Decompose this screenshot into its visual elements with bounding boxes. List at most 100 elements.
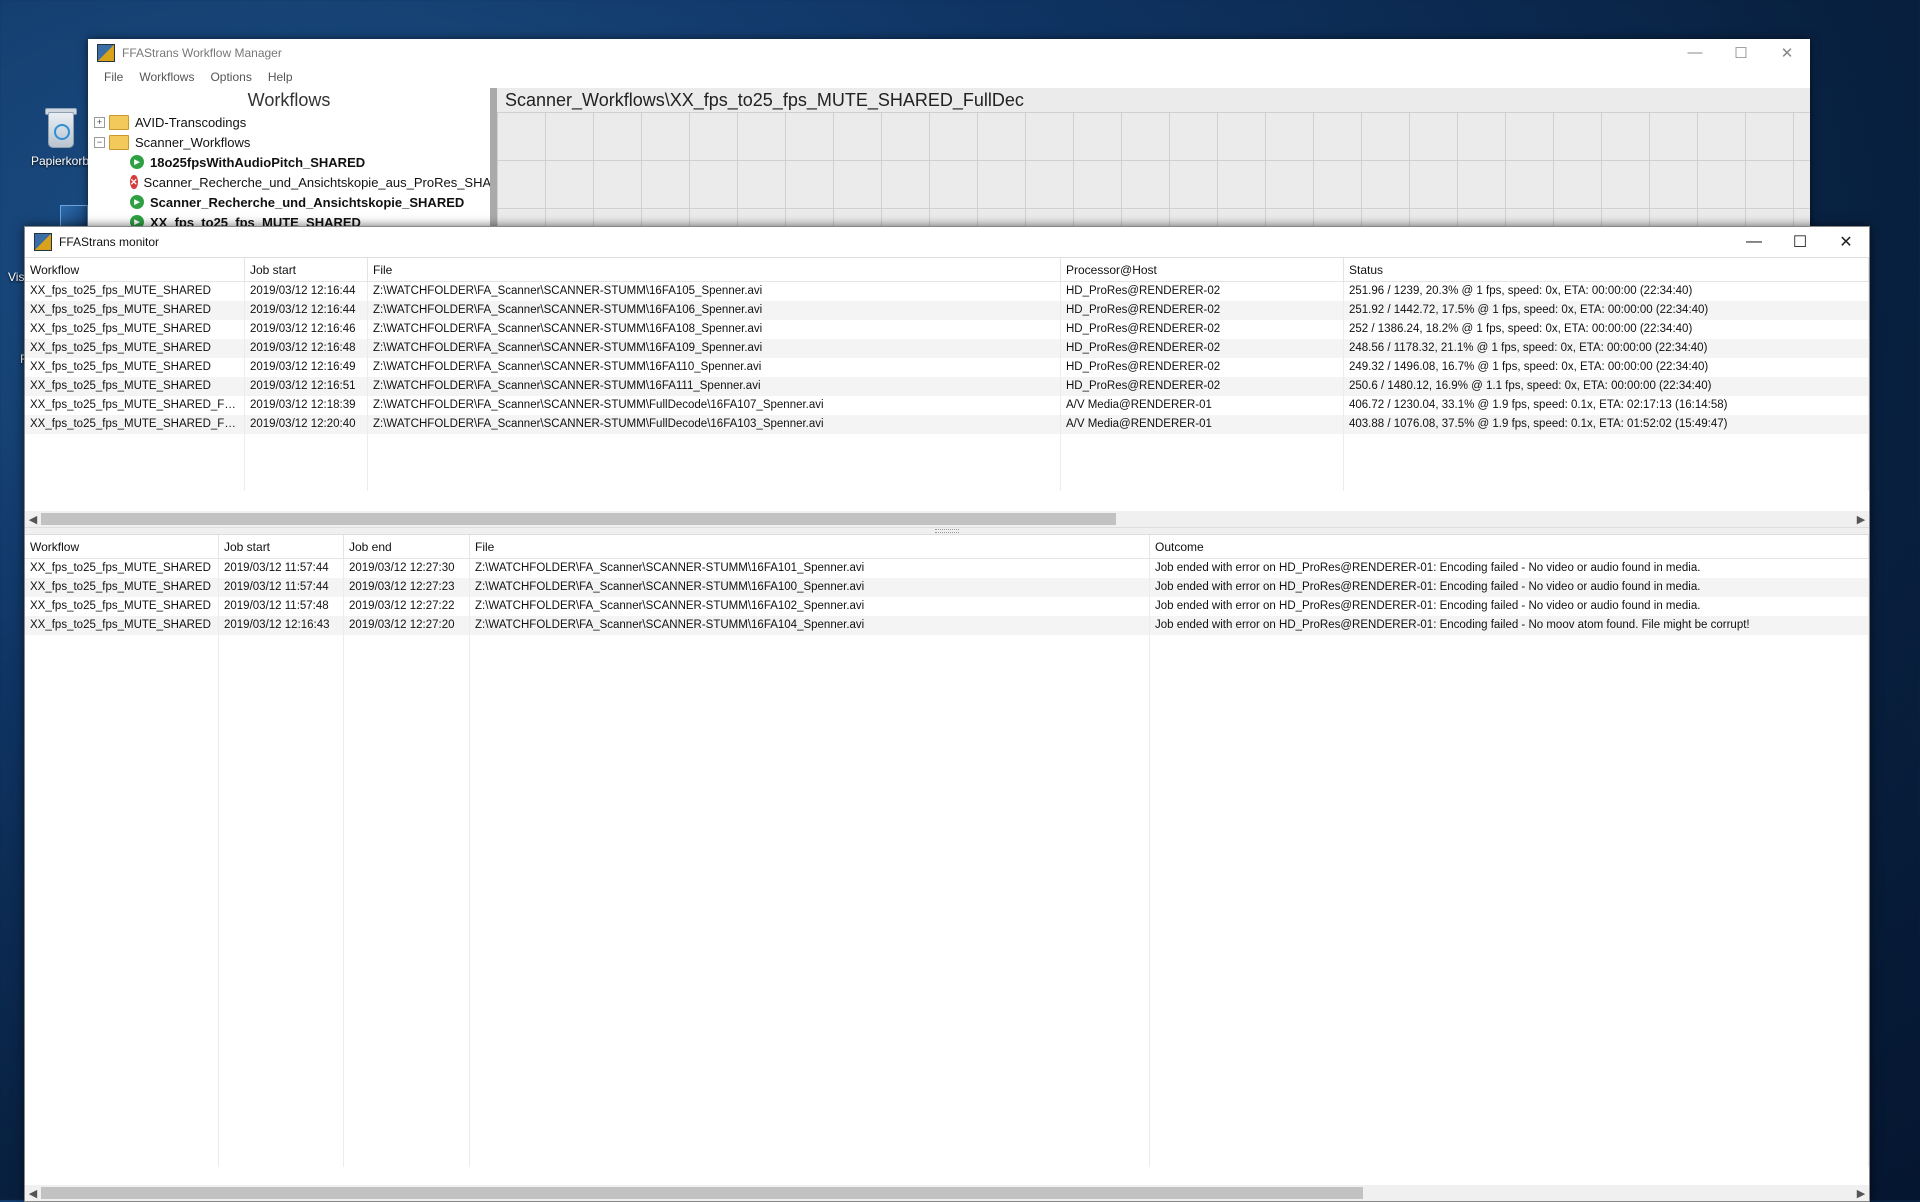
active-jobs-row[interactable]: XX_fps_to25_fps_MUTE_SHARED 2019/03/12 12… [25,377,1869,396]
minimize-icon[interactable]: — [1672,39,1718,66]
active-jobs-cell: 403.88 / 1076.08, 37.5% @ 1.9 fps, speed… [1344,415,1869,434]
active-jobs-cell: 250.6 / 1480.12, 16.9% @ 1.1 fps, speed:… [1344,377,1869,396]
finished-jobs-cell: Z:\WATCHFOLDER\FA_Scanner\SCANNER-STUMM\… [470,578,1150,597]
active-jobs-row[interactable]: XX_fps_to25_fps_MUTE_SHARED 2019/03/12 12… [25,339,1869,358]
active-jobs-cell: Z:\WATCHFOLDER\FA_Scanner\SCANNER-STUMM\… [368,339,1061,358]
active-jobs-row[interactable]: XX_fps_to25_fps_MUTE_SHARED 2019/03/12 12… [25,301,1869,320]
active-jobs-row[interactable]: XX_fps_to25_fps_MUTE_SHARED 2019/03/12 12… [25,282,1869,301]
finished-jobs-empty-row [25,692,1869,711]
active-jobs-cell: Z:\WATCHFOLDER\FA_Scanner\SCANNER-STUMM\… [368,301,1061,320]
active-jobs-table: Workflow Job start File Processor@Host Statu… [25,257,1869,527]
finished-jobs-empty-row [25,1015,1869,1034]
active-jobs-cell: XX_fps_to25_fps_MUTE_SHARED [25,377,245,396]
scroll-right-icon[interactable]: ▶ [1853,1187,1869,1200]
active-jobs-row[interactable]: XX_fps_to25_fps_MUTE_SHARED_FullD... 2019… [25,415,1869,434]
active-jobs-cell: 249.32 / 1496.08, 16.7% @ 1 fps, speed: … [1344,358,1869,377]
tree-workflow-item[interactable]: ✕ Scanner_Recherche_und_Ansichtskopie_aus… [88,172,490,192]
finished-jobs-hscrollbar[interactable]: ◀ ▶ [25,1185,1869,1201]
tree-folder-item[interactable]: + AVID-Transcodings [88,112,490,132]
menu-workflows[interactable]: Workflows [131,70,202,84]
finished-jobs-empty-row [25,977,1869,996]
active-jobs-cell: Z:\WATCHFOLDER\FA_Scanner\SCANNER-STUMM\… [368,377,1061,396]
recycle-bin-desktop-icon[interactable]: Papierkorb [26,104,94,168]
expand-icon[interactable]: + [94,116,105,128]
active-jobs-column-header[interactable]: Job start [245,258,368,281]
finished-jobs-empty-row [25,1091,1869,1110]
finished-jobs-row[interactable]: XX_fps_to25_fps_MUTE_SHARED 2019/03/12 11… [25,578,1869,597]
finished-jobs-empty-row [25,1034,1869,1053]
active-jobs-cell: 2019/03/12 12:18:39 [245,396,368,415]
finished-jobs-cell: 2019/03/12 12:27:22 [344,597,470,616]
active-jobs-cell: 406.72 / 1230.04, 33.1% @ 1.9 fps, speed… [1344,396,1869,415]
workflow-manager-window: FFAStrans Workflow Manager — ☐ ✕ File Wo… [88,39,1810,230]
finished-jobs-empty-row [25,730,1869,749]
finished-jobs-column-header[interactable]: Job end [344,535,470,558]
active-jobs-cell: HD_ProRes@RENDERER-02 [1061,358,1344,377]
active-jobs-empty-row [25,434,1869,453]
maximize-icon[interactable]: ☐ [1777,229,1823,256]
active-jobs-cell: 251.96 / 1239, 20.3% @ 1 fps, speed: 0x,… [1344,282,1869,301]
finished-jobs-table: Workflow Job start Job end File Outcome XX_f… [25,534,1869,1201]
active-jobs-column-header[interactable]: Workflow [25,258,245,281]
active-jobs-cell: 252 / 1386.24, 18.2% @ 1 fps, speed: 0x,… [1344,320,1869,339]
tree-folder-item[interactable]: − Scanner_Workflows [88,132,490,152]
active-jobs-row[interactable]: XX_fps_to25_fps_MUTE_SHARED 2019/03/12 12… [25,358,1869,377]
active-jobs-column-header[interactable]: Status [1344,258,1869,281]
menu-options[interactable]: Options [202,70,259,84]
workflow-canvas[interactable]: Scanner_Workflows\XX_fps_to25_fps_MUTE_S… [497,88,1810,229]
minimize-icon[interactable]: — [1731,229,1777,256]
tree-item-label: Scanner_Recherche_und_Ansichtskopie_aus_… [143,174,490,190]
finished-jobs-empty-row [25,844,1869,863]
active-jobs-row[interactable]: XX_fps_to25_fps_MUTE_SHARED_FullD... 2019… [25,396,1869,415]
close-icon[interactable]: ✕ [1764,39,1810,66]
finished-jobs-cell: 2019/03/12 11:57:44 [219,559,344,578]
finished-jobs-empty-row [25,806,1869,825]
menu-file[interactable]: File [96,70,131,84]
finished-jobs-empty-row [25,1053,1869,1072]
active-jobs-cell: 2019/03/12 12:16:44 [245,301,368,320]
maximize-icon[interactable]: ☐ [1718,39,1764,66]
finished-jobs-column-header[interactable]: Workflow [25,535,219,558]
active-jobs-empty-row [25,472,1869,491]
tree-workflow-item[interactable]: ▶ Scanner_Recherche_und_Ansichtskopie_SHA… [88,192,490,212]
collapse-icon[interactable]: − [94,136,105,148]
error-status-icon: ✕ [130,175,138,189]
close-icon[interactable]: ✕ [1823,229,1869,256]
finished-jobs-row[interactable]: XX_fps_to25_fps_MUTE_SHARED 2019/03/12 11… [25,559,1869,578]
monitor-title: FFAStrans monitor [59,235,160,249]
finished-jobs-column-header[interactable]: Job start [219,535,344,558]
finished-jobs-empty-row [25,825,1869,844]
recycle-bin-label: Papierkorb [30,154,90,168]
finished-jobs-empty-row [25,882,1869,901]
active-jobs-cell: XX_fps_to25_fps_MUTE_SHARED [25,320,245,339]
scroll-thumb[interactable] [41,513,1116,525]
scroll-left-icon[interactable]: ◀ [25,1187,41,1200]
finished-jobs-empty-row [25,711,1869,730]
active-jobs-row[interactable]: XX_fps_to25_fps_MUTE_SHARED 2019/03/12 12… [25,320,1869,339]
active-jobs-hscrollbar[interactable]: ◀ ▶ [25,511,1869,527]
finished-jobs-column-header[interactable]: File [470,535,1150,558]
manager-menubar: File Workflows Options Help [88,66,1810,88]
scroll-right-icon[interactable]: ▶ [1853,513,1869,526]
finished-jobs-row[interactable]: XX_fps_to25_fps_MUTE_SHARED 2019/03/12 12… [25,616,1869,635]
ffastrans-monitor-app-icon [34,233,52,251]
finished-jobs-cell: 2019/03/12 11:57:44 [219,578,344,597]
finished-jobs-empty-row [25,768,1869,787]
active-jobs-empty-row [25,453,1869,472]
monitor-window: FFAStrans monitor — ☐ ✕ Workflow Job star… [24,226,1870,1202]
finished-jobs-cell: 2019/03/12 11:57:48 [219,597,344,616]
recycle-bin-icon [40,104,80,150]
finished-jobs-empty-row [25,901,1869,920]
finished-jobs-column-header[interactable]: Outcome [1150,535,1869,558]
folder-icon [109,114,129,130]
finished-jobs-cell: XX_fps_to25_fps_MUTE_SHARED [25,559,219,578]
active-jobs-cell: 2019/03/12 12:16:48 [245,339,368,358]
active-jobs-column-header[interactable]: File [368,258,1061,281]
menu-help[interactable]: Help [260,70,301,84]
finished-jobs-row[interactable]: XX_fps_to25_fps_MUTE_SHARED 2019/03/12 11… [25,597,1869,616]
active-jobs-column-header[interactable]: Processor@Host [1061,258,1344,281]
scroll-left-icon[interactable]: ◀ [25,513,41,526]
finished-jobs-cell: XX_fps_to25_fps_MUTE_SHARED [25,578,219,597]
tree-workflow-item[interactable]: ▶ 18o25fpsWithAudioPitch_SHARED [88,152,490,172]
scroll-thumb[interactable] [41,1187,1363,1199]
